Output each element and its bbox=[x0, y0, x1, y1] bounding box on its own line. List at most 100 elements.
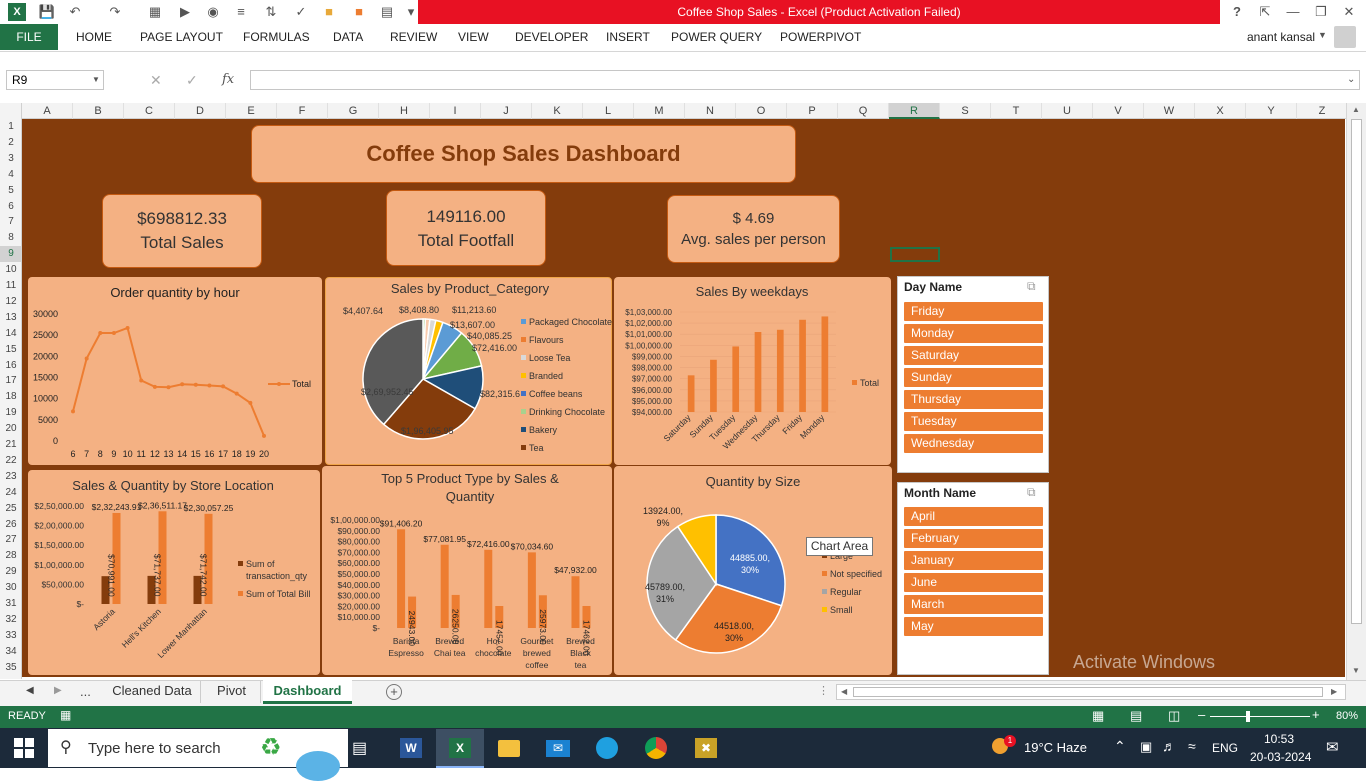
tab-formulas[interactable]: FORMULAS bbox=[243, 24, 310, 50]
row-header[interactable]: 10 bbox=[0, 262, 22, 278]
column-header[interactable]: L bbox=[583, 103, 634, 119]
row-header[interactable]: 25 bbox=[0, 501, 22, 517]
row-header[interactable]: 2 bbox=[0, 135, 22, 151]
day-name-slicer[interactable]: Day Name ⧉ Friday Monday Saturday Sunday Thu… bbox=[897, 276, 1049, 473]
row-header[interactable]: 13 bbox=[0, 310, 22, 326]
formula-input[interactable] bbox=[250, 70, 1360, 90]
row-header[interactable]: 3 bbox=[0, 151, 22, 167]
tab-review[interactable]: REVIEW bbox=[390, 24, 437, 50]
row-header[interactable]: 11 bbox=[0, 278, 22, 294]
slicer-item-wednesday[interactable]: Wednesday bbox=[904, 434, 1043, 453]
month-name-slicer[interactable]: Month Name ⧉ April February January June Mar… bbox=[897, 482, 1049, 675]
minimize-icon[interactable]: — bbox=[1284, 3, 1302, 21]
chart-store-location[interactable]: Sales & Quantity by Store Location $2,50,… bbox=[28, 470, 320, 675]
clock-time[interactable]: 10:53 bbox=[1264, 732, 1294, 746]
slicer-item-february[interactable]: February bbox=[904, 529, 1043, 548]
row-header[interactable]: 33 bbox=[0, 628, 22, 644]
row-header[interactable]: 32 bbox=[0, 612, 22, 628]
tab-data[interactable]: DATA bbox=[333, 24, 363, 50]
toolbar-icon-6[interactable]: ✓ bbox=[292, 3, 310, 21]
formula-expand-icon[interactable]: ⌄ bbox=[1347, 74, 1355, 85]
scroll-up-icon[interactable]: ▲ bbox=[1352, 105, 1360, 114]
select-all[interactable] bbox=[0, 103, 22, 119]
slicer-item-april[interactable]: April bbox=[904, 507, 1043, 526]
more-sheets[interactable]: ... bbox=[80, 684, 91, 699]
tab-home[interactable]: HOME bbox=[76, 24, 112, 50]
page-break-view-icon[interactable]: ◫ bbox=[1168, 708, 1180, 724]
undo-icon[interactable]: ↶ bbox=[66, 3, 84, 21]
folder-icon[interactable]: ■ bbox=[320, 3, 338, 21]
column-header[interactable]: R bbox=[889, 103, 940, 119]
row-header[interactable]: 9 bbox=[0, 246, 22, 263]
column-header[interactable]: Z bbox=[1297, 103, 1348, 119]
save-icon[interactable]: 💾 bbox=[38, 3, 56, 21]
enter-icon[interactable]: ✓ bbox=[186, 72, 198, 89]
close-icon[interactable]: ✕ bbox=[1340, 3, 1358, 21]
toolbar-icon-1[interactable]: ▦ bbox=[146, 3, 164, 21]
restore-icon[interactable]: ❐ bbox=[1312, 3, 1330, 21]
zoom-level[interactable]: 80% bbox=[1336, 710, 1358, 722]
word-app-icon[interactable]: W bbox=[400, 738, 422, 758]
ribbon-display-icon[interactable]: ⇱ bbox=[1256, 3, 1274, 21]
row-header[interactable]: 21 bbox=[0, 437, 22, 453]
next-sheet-icon[interactable]: ▶ bbox=[54, 685, 62, 696]
windows-start-icon[interactable] bbox=[14, 738, 34, 758]
name-box-dropdown-icon[interactable]: ▼ bbox=[92, 75, 100, 84]
row-header[interactable]: 20 bbox=[0, 421, 22, 437]
column-header[interactable]: N bbox=[685, 103, 736, 119]
cancel-icon[interactable]: ✕ bbox=[150, 72, 162, 89]
row-header[interactable]: 28 bbox=[0, 548, 22, 564]
meet-now-icon[interactable]: ▣ bbox=[1140, 739, 1152, 755]
row-header[interactable]: 29 bbox=[0, 564, 22, 580]
file-explorer-icon[interactable] bbox=[498, 740, 520, 757]
slicer-item-friday[interactable]: Friday bbox=[904, 302, 1043, 321]
column-header[interactable]: K bbox=[532, 103, 583, 119]
kpi-total-footfall[interactable]: 149116.00 Total Footfall bbox=[386, 190, 546, 266]
row-header[interactable]: 23 bbox=[0, 469, 22, 485]
task-view-icon[interactable]: ▤ bbox=[352, 738, 367, 758]
notification-icon[interactable]: ✉ bbox=[1326, 738, 1339, 756]
sheet-tab-dashboard[interactable]: Dashboard bbox=[263, 680, 352, 704]
row-header[interactable]: 27 bbox=[0, 532, 22, 548]
taskbar-search-box[interactable]: ⚲ Type here to search ♻ bbox=[48, 729, 348, 781]
row-header[interactable]: 6 bbox=[0, 199, 22, 215]
row-header[interactable]: 8 bbox=[0, 230, 22, 246]
form-icon[interactable]: ▤ bbox=[378, 3, 396, 21]
name-box[interactable]: R9 bbox=[6, 70, 104, 90]
slicer-item-monday[interactable]: Monday bbox=[904, 324, 1043, 343]
tab-page-layout[interactable]: PAGE LAYOUT bbox=[140, 24, 223, 50]
toolbar-icon-3[interactable]: ◉ bbox=[204, 3, 222, 21]
row-header[interactable]: 17 bbox=[0, 373, 22, 389]
weather-text[interactable]: 19°C Haze bbox=[1024, 740, 1087, 755]
hscroll-right-icon[interactable]: ▶ bbox=[1331, 687, 1337, 696]
row-header[interactable]: 15 bbox=[0, 342, 22, 358]
chart-sales-by-category[interactable]: Sales by Product_Category $4,407.64 $8,408… bbox=[325, 277, 612, 465]
row-header[interactable]: 22 bbox=[0, 453, 22, 469]
slicer-item-june[interactable]: June bbox=[904, 573, 1043, 592]
toolbar-icon-4[interactable]: ≡ bbox=[232, 3, 250, 21]
row-header[interactable]: 19 bbox=[0, 405, 22, 421]
zoom-slider[interactable] bbox=[1210, 716, 1310, 717]
tab-powerpivot[interactable]: POWERPIVOT bbox=[780, 24, 861, 50]
mail-icon[interactable]: ✉ bbox=[546, 740, 570, 757]
kpi-avg-sales[interactable]: $ 4.69 Avg. sales per person bbox=[667, 195, 840, 263]
row-header[interactable]: 18 bbox=[0, 389, 22, 405]
horizontal-scrollbar[interactable]: ◀ ▶ bbox=[836, 684, 1346, 700]
slicer-item-may[interactable]: May bbox=[904, 617, 1043, 636]
column-header[interactable]: G bbox=[328, 103, 379, 119]
chart-sales-by-weekdays[interactable]: Sales By weekdays $1,03,000.00 $1,02,000.0… bbox=[614, 277, 891, 465]
page-layout-view-icon[interactable]: ▤ bbox=[1130, 708, 1142, 724]
sheet-tab-cleaned-data[interactable]: Cleaned Data bbox=[104, 681, 201, 703]
normal-view-icon[interactable]: ▦ bbox=[1092, 708, 1104, 724]
chrome-icon[interactable] bbox=[645, 737, 667, 759]
slicer-item-saturday[interactable]: Saturday bbox=[904, 346, 1043, 365]
row-header[interactable]: 12 bbox=[0, 294, 22, 310]
column-header[interactable]: Y bbox=[1246, 103, 1297, 119]
column-header[interactable]: E bbox=[226, 103, 277, 119]
hscroll-thumb[interactable] bbox=[853, 687, 1323, 697]
month-clear-filter-icon[interactable]: ⧉ bbox=[1027, 485, 1036, 500]
column-header[interactable]: T bbox=[991, 103, 1042, 119]
column-header[interactable]: W bbox=[1144, 103, 1195, 119]
add-sheet-icon[interactable]: + bbox=[386, 684, 402, 700]
column-header[interactable]: V bbox=[1093, 103, 1144, 119]
